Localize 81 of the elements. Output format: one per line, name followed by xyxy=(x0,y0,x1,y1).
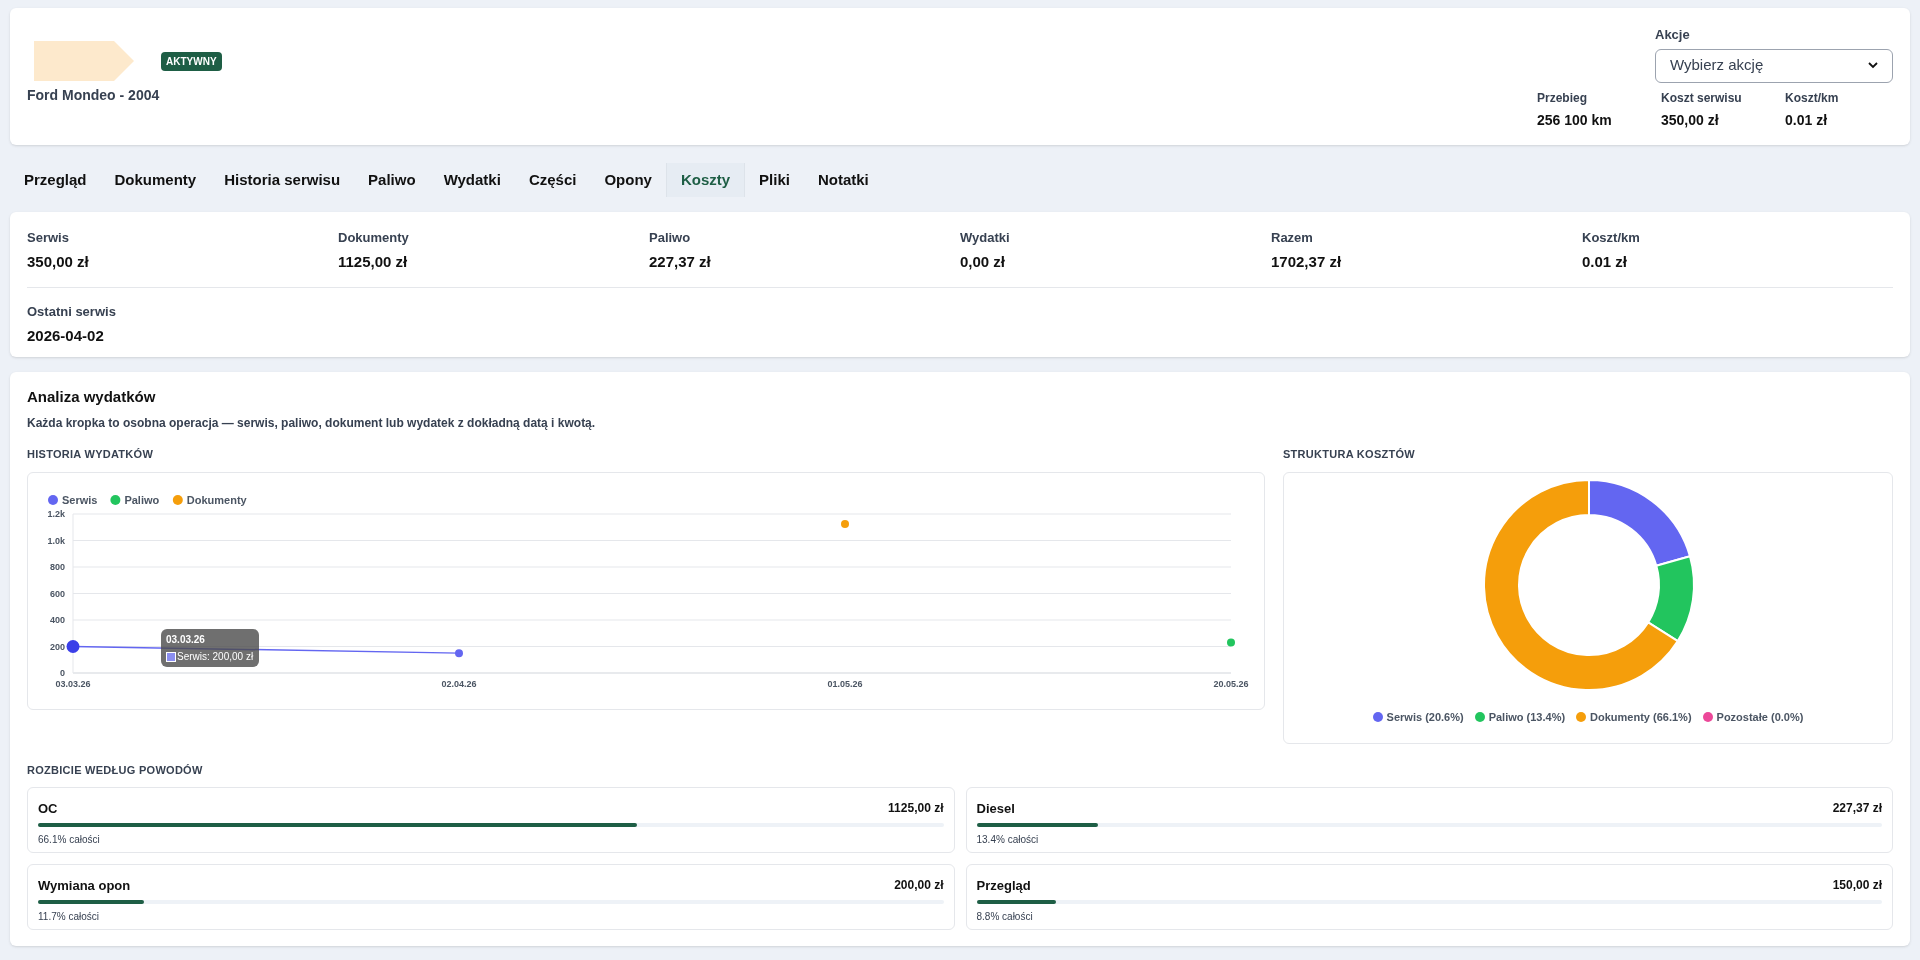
stat-value: 227,37 zł xyxy=(649,251,712,272)
tab[interactable]: Przegląd xyxy=(10,163,101,197)
reason-amount: 227,37 zł xyxy=(1832,799,1882,817)
axis-tick-label: 200 xyxy=(49,641,65,652)
chart-heading: HISTORIA WYDATKÓW xyxy=(27,446,155,462)
legend-label[interactable]: Pozostałe (0.0%) xyxy=(1716,709,1804,726)
reason-name: Przegląd xyxy=(976,876,1031,895)
stat-label: Koszt/km xyxy=(1582,229,1641,247)
stat-value: 1125,00 zł xyxy=(338,251,409,272)
section-description: Każda kropka to osobna operacja — serwis, paliwo, dokument lub wydatek z dokładną datą i kwotą. xyxy=(27,414,597,432)
stat-value: 2026-04-02 xyxy=(27,325,105,346)
stat-label: Dokumenty xyxy=(338,229,410,247)
reason-share: 66.1% całości xyxy=(38,833,101,847)
axis-tick-label: 800 xyxy=(49,562,65,572)
stat-label: Razem xyxy=(1271,229,1314,247)
axis-tick-label: 1.0k xyxy=(47,535,65,546)
axis-tick-label: 1.2k xyxy=(47,509,65,519)
data-point[interactable] xyxy=(66,640,80,653)
axis-tick-label: 03.03.26 xyxy=(55,679,91,689)
axis-tick-label: 01.05.26 xyxy=(827,679,863,689)
tab[interactable]: Koszty xyxy=(665,163,746,197)
reason-share: 11.7% całości xyxy=(38,910,100,924)
stat-label: Przebieg xyxy=(1537,89,1588,107)
tab[interactable]: Części xyxy=(514,163,591,197)
actions-label: Akcje xyxy=(1655,26,1691,44)
tab[interactable]: Historia serwisu xyxy=(210,163,355,197)
stat-label: Paliwo xyxy=(649,229,692,247)
axis-tick-label: 20.05.26 xyxy=(1213,679,1249,689)
tab[interactable]: Opony xyxy=(590,163,666,197)
reason-amount: 200,00 zł xyxy=(894,876,944,894)
section-title: Analiza wydatków xyxy=(27,387,157,407)
axis-tick-label: 400 xyxy=(49,615,65,625)
stat-value: 350,00 zł xyxy=(27,251,90,272)
reason-name: Wymiana opon xyxy=(38,876,131,895)
section-heading: ROZBICIE WEDŁUG POWODÓW xyxy=(27,763,204,778)
legend-label: Paliwo xyxy=(124,494,160,506)
vehicle-subtitle: Ford Mondeo - 2004 xyxy=(27,86,161,105)
legend-label[interactable]: Paliwo (13.4%) xyxy=(1488,709,1566,726)
stat-label: Koszt/km xyxy=(1785,89,1840,107)
stat-value: 0.01 zł xyxy=(1785,110,1829,130)
legend-item[interactable]: Dokumenty xyxy=(172,494,247,506)
legend-label[interactable]: Serwis (20.6%) xyxy=(1386,709,1464,726)
axis-tick-label: 02.04.26 xyxy=(441,679,477,689)
stat-value: 0.01 zł xyxy=(1582,251,1629,272)
reason-amount: 1125,00 zł xyxy=(888,799,944,817)
chart-heading: STRUKTURA KOSZTÓW xyxy=(1283,446,1416,462)
reason-amount: 150,00 zł xyxy=(1832,876,1882,894)
donut-slice[interactable] xyxy=(1588,479,1691,567)
donut-slice[interactable] xyxy=(1483,479,1679,691)
chevron-down-icon xyxy=(1868,62,1878,69)
stat-label: Ostatni serwis xyxy=(27,303,117,321)
donut-slice[interactable] xyxy=(1647,555,1695,643)
legend-label: Dokumenty xyxy=(186,494,248,506)
reason-name: Diesel xyxy=(976,799,1015,818)
stat-label: Wydatki xyxy=(960,229,1011,247)
stat-value: 0,00 zł xyxy=(960,251,1007,272)
axis-tick-label: 600 xyxy=(49,588,65,599)
legend-item[interactable]: Serwis xyxy=(48,494,98,506)
axis-tick-label: 0 xyxy=(60,668,65,678)
status-badge: AKTYWNY xyxy=(161,51,222,71)
stat-value: 256 100 km xyxy=(1537,110,1613,130)
data-point[interactable] xyxy=(455,649,463,658)
stat-label: Koszt serwisu xyxy=(1661,89,1743,107)
legend-label[interactable]: Dokumenty (66.1%) xyxy=(1590,709,1692,726)
tab[interactable]: Pliki xyxy=(745,163,804,197)
legend-item[interactable]: Paliwo xyxy=(110,494,160,506)
series-swatch-icon xyxy=(166,651,176,662)
reason-share: 13.4% całości xyxy=(976,833,1040,847)
reason-name: OC xyxy=(38,799,58,818)
tab[interactable]: Notatki xyxy=(803,163,883,197)
tab[interactable]: Paliwo xyxy=(354,163,430,197)
stat-value: 350,00 zł xyxy=(1661,110,1720,130)
stat-value: 1702,37 zł xyxy=(1271,251,1343,272)
tooltip-text: Serwis: 200,00 zł xyxy=(177,650,254,664)
actions-dropdown[interactable]: Wybierz akcję xyxy=(1655,48,1893,83)
reason-share: 8.8% całości xyxy=(976,910,1034,924)
tooltip-title: 03.03.26 xyxy=(166,633,206,647)
legend-label: Serwis xyxy=(62,494,98,506)
tab[interactable]: Wydatki xyxy=(429,163,515,197)
tab[interactable]: Dokumenty xyxy=(100,163,211,197)
stat-label: Serwis xyxy=(27,229,70,247)
